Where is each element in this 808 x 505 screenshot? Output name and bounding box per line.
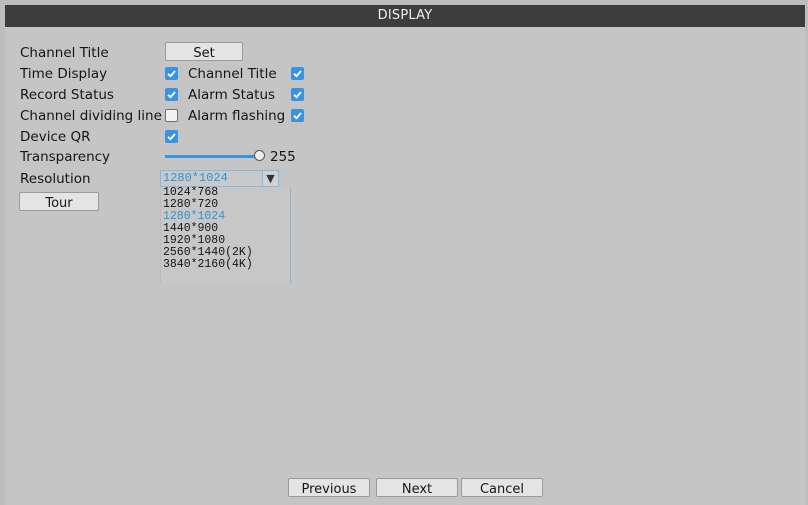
set-button[interactable]: Set bbox=[165, 42, 243, 61]
channel-title-checkbox[interactable] bbox=[291, 67, 304, 80]
alarm-flashing-label: Alarm flashing bbox=[188, 108, 286, 124]
record-status-checkbox[interactable] bbox=[165, 88, 178, 101]
checkmark-icon bbox=[167, 91, 176, 99]
resolution-dropdown-list: 1024*768 1280*720 1280*1024 1440*900 192… bbox=[160, 187, 291, 283]
previous-button[interactable]: Previous bbox=[288, 478, 370, 497]
record-status-label: Record Status bbox=[20, 87, 114, 103]
display-dialog: DISPLAY Channel Title Set Time Display C… bbox=[5, 5, 805, 505]
checkmark-icon bbox=[167, 133, 176, 141]
device-qr-label: Device QR bbox=[20, 129, 91, 145]
channel-dividing-line-checkbox[interactable] bbox=[165, 109, 178, 122]
alarm-flashing-checkbox[interactable] bbox=[291, 109, 304, 122]
dialog-title: DISPLAY bbox=[5, 5, 805, 27]
checkmark-icon bbox=[293, 112, 302, 120]
channel-dividing-line-label: Channel dividing line bbox=[20, 108, 162, 124]
resolution-select[interactable]: 1280*1024 bbox=[160, 170, 270, 187]
checkmark-icon bbox=[167, 70, 176, 78]
tour-button[interactable]: Tour bbox=[19, 192, 99, 211]
transparency-label: Transparency bbox=[20, 149, 111, 165]
transparency-slider-handle[interactable] bbox=[254, 150, 265, 161]
next-button[interactable]: Next bbox=[376, 478, 458, 497]
alarm-status-checkbox[interactable] bbox=[291, 88, 304, 101]
checkmark-icon bbox=[293, 91, 302, 99]
alarm-status-label: Alarm Status bbox=[188, 87, 276, 103]
channel-title-check-label: Channel Title bbox=[188, 66, 277, 82]
resolution-option[interactable]: 3840*2160(4K) bbox=[161, 259, 290, 271]
transparency-slider-track[interactable] bbox=[165, 155, 259, 158]
time-display-label: Time Display bbox=[20, 66, 108, 82]
device-qr-checkbox[interactable] bbox=[165, 130, 178, 143]
channel-title-label: Channel Title bbox=[20, 45, 109, 61]
dropdown-arrow-icon[interactable]: ▼ bbox=[262, 170, 279, 187]
resolution-label: Resolution bbox=[20, 171, 91, 187]
checkmark-icon bbox=[293, 70, 302, 78]
transparency-value: 255 bbox=[270, 149, 296, 165]
cancel-button[interactable]: Cancel bbox=[461, 478, 543, 497]
time-display-checkbox[interactable] bbox=[165, 67, 178, 80]
